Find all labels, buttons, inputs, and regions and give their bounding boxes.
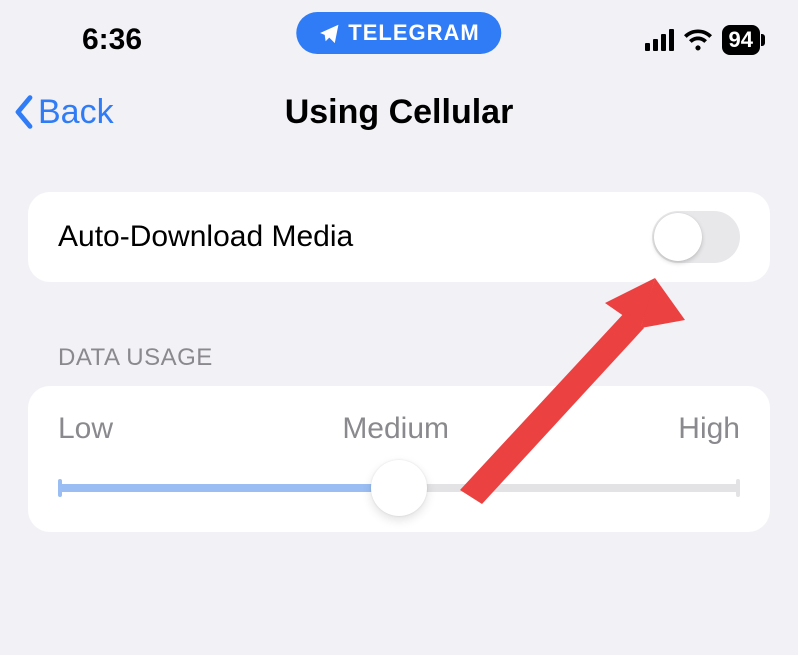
telegram-pill[interactable]: TELEGRAM <box>296 12 501 54</box>
status-time: 6:36 <box>82 23 142 57</box>
back-label: Back <box>38 93 114 132</box>
data-usage-section: DATA USAGE Low Medium High <box>0 344 798 532</box>
slider-tick-high <box>736 479 740 497</box>
chevron-left-icon <box>12 94 36 130</box>
auto-download-row: Auto-Download Media <box>58 192 740 282</box>
cellular-signal-icon <box>645 29 674 51</box>
data-usage-card: Low Medium High <box>28 386 770 532</box>
status-right: 94 <box>645 25 760 55</box>
slider-thumb[interactable] <box>371 460 427 516</box>
pill-label: TELEGRAM <box>348 20 479 46</box>
nav-header: Back Using Cellular <box>0 72 798 152</box>
page-title: Using Cellular <box>285 93 514 132</box>
paper-plane-icon <box>318 22 340 44</box>
media-section: Auto-Download Media <box>28 192 770 282</box>
data-usage-slider[interactable] <box>58 484 740 492</box>
auto-download-toggle[interactable] <box>652 211 740 263</box>
toggle-knob <box>654 213 702 261</box>
battery-badge: 94 <box>722 25 760 55</box>
data-usage-header: DATA USAGE <box>28 344 770 386</box>
auto-download-label: Auto-Download Media <box>58 220 353 254</box>
slider-label-medium: Medium <box>342 412 449 446</box>
status-bar: 6:36 TELEGRAM 94 <box>0 0 798 72</box>
slider-fill <box>58 484 399 492</box>
slider-label-high: High <box>678 412 740 446</box>
slider-label-low: Low <box>58 412 113 446</box>
slider-labels: Low Medium High <box>58 412 740 446</box>
back-button[interactable]: Back <box>0 93 114 132</box>
wifi-icon <box>684 29 712 51</box>
media-card: Auto-Download Media <box>28 192 770 282</box>
